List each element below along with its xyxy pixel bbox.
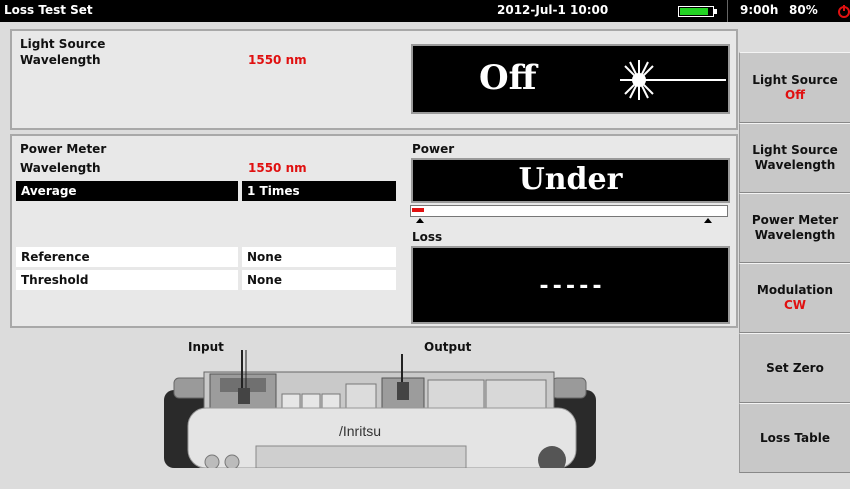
instrument-illustration: /Inritsu [164,350,596,468]
power-meter-panel: Power Meter Wavelength 1550 nm Average 1… [10,134,738,328]
power-value: Under [518,162,623,197]
threshold-value[interactable]: None [242,270,396,290]
pm-wavelength-label: Wavelength [20,161,101,175]
threshold-label-row: Threshold [16,270,238,290]
ls-wavelength-value: 1550 nm [248,53,307,67]
set-zero-button[interactable]: Set Zero [739,333,850,403]
reference-value[interactable]: None [242,247,396,267]
light-source-on-off-button[interactable]: Light Source Off [739,52,850,123]
reference-label-row: Reference [16,247,238,267]
loss-label: Loss [412,230,443,244]
loss-value: ----- [537,274,604,299]
light-source-panel: Light Source Wavelength 1550 nm Off [10,29,738,130]
light-source-status: Off [479,58,537,98]
status-bar: Loss Test Set 2012-Jul-1 10:00 9:00h 80% [0,0,850,22]
power-meter-heading: Power Meter [20,142,107,156]
light-source-status-display: Off [411,44,730,114]
battery-icon [678,6,717,17]
loss-table-button[interactable]: Loss Table [739,403,850,473]
light-source-wavelength-button[interactable]: Light Source Wavelength [739,123,850,193]
light-source-heading: Light Source [20,37,106,51]
power-label: Power [412,142,455,156]
power-level-bar [410,205,728,217]
average-label-row: Average [16,181,238,201]
app-title: Loss Test Set [4,3,93,17]
power-icon [838,5,850,18]
average-value[interactable]: 1 Times [242,181,396,201]
loss-display: ----- [411,246,730,324]
brand-logo: /Inritsu [339,423,381,439]
battery-time: 9:00h [740,3,779,17]
ls-wavelength-label: Wavelength [20,53,101,67]
bar-markers [416,218,712,223]
laser-icon [620,60,726,100]
power-meter-wavelength-button[interactable]: Power Meter Wavelength [739,193,850,263]
battery-percent: 80% [789,3,818,17]
divider [727,0,728,22]
pm-wavelength-value: 1550 nm [248,161,307,175]
modulation-button[interactable]: Modulation CW [739,263,850,333]
power-display: Under [411,158,730,203]
datetime: 2012-Jul-1 10:00 [497,3,609,17]
